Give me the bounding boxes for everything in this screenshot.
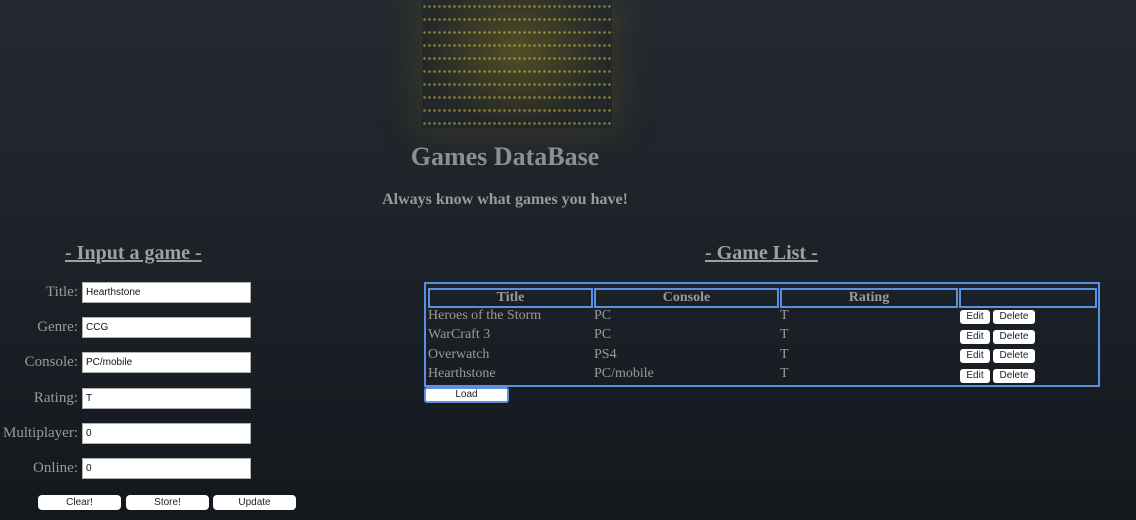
update-button[interactable]: Update <box>213 495 296 510</box>
title-input[interactable] <box>82 282 251 303</box>
row-console: PC/mobile <box>594 366 654 381</box>
load-button[interactable]: Load <box>424 387 509 403</box>
clear-button[interactable]: Clear! <box>38 495 121 510</box>
rating-input[interactable] <box>82 388 251 409</box>
row-console: PC <box>594 327 612 342</box>
delete-button[interactable]: Delete <box>993 369 1035 383</box>
multiplayer-label: Multiplayer: <box>3 425 78 441</box>
row-title: WarCraft 3 <box>428 327 491 342</box>
genre-label: Genre: <box>37 319 78 335</box>
multiplayer-input[interactable] <box>82 423 251 444</box>
row-rating: T <box>780 327 789 342</box>
column-header-console: Console <box>594 288 779 308</box>
edit-button[interactable]: Edit <box>960 349 990 363</box>
column-header-actions <box>959 288 1097 308</box>
column-header-title: Title <box>428 288 593 308</box>
edit-button[interactable]: Edit <box>960 330 990 344</box>
genre-row: Genre: <box>0 317 260 339</box>
game-list-heading: - Game List - <box>705 242 818 264</box>
store-button[interactable]: Store! <box>126 495 209 510</box>
online-row: Online: <box>0 458 260 480</box>
row-title: Overwatch <box>428 347 490 362</box>
row-console: PS4 <box>594 347 617 362</box>
edit-button[interactable]: Edit <box>960 310 990 324</box>
title-row: Title: <box>0 282 260 304</box>
title-label: Title: <box>46 284 78 300</box>
page-subtitle: Always know what games you have! <box>382 191 628 208</box>
row-rating: T <box>780 308 789 323</box>
online-input[interactable] <box>82 458 251 479</box>
edit-button[interactable]: Edit <box>960 369 990 383</box>
rating-label: Rating: <box>33 390 78 406</box>
row-console: PC <box>594 308 612 323</box>
console-row: Console: <box>0 352 260 374</box>
row-rating: T <box>780 366 789 381</box>
column-header-rating: Rating <box>780 288 958 308</box>
page-title: Games DataBase <box>410 142 600 171</box>
delete-button[interactable]: Delete <box>993 330 1035 344</box>
console-label: Console: <box>24 354 78 370</box>
online-label: Online: <box>33 460 78 476</box>
row-rating: T <box>780 347 789 362</box>
delete-button[interactable]: Delete <box>993 349 1035 363</box>
console-input[interactable] <box>82 352 251 373</box>
genre-input[interactable] <box>82 317 251 338</box>
site-logo <box>422 0 612 128</box>
multiplayer-row: Multiplayer: <box>0 423 260 445</box>
rating-row: Rating: <box>0 388 260 410</box>
input-section-heading: - Input a game - <box>65 242 202 264</box>
delete-button[interactable]: Delete <box>993 310 1035 324</box>
game-list-table: Title Console Rating Heroes of the Storm… <box>424 282 1100 387</box>
row-title: Heroes of the Storm <box>428 308 542 323</box>
row-title: Hearthstone <box>428 366 496 381</box>
